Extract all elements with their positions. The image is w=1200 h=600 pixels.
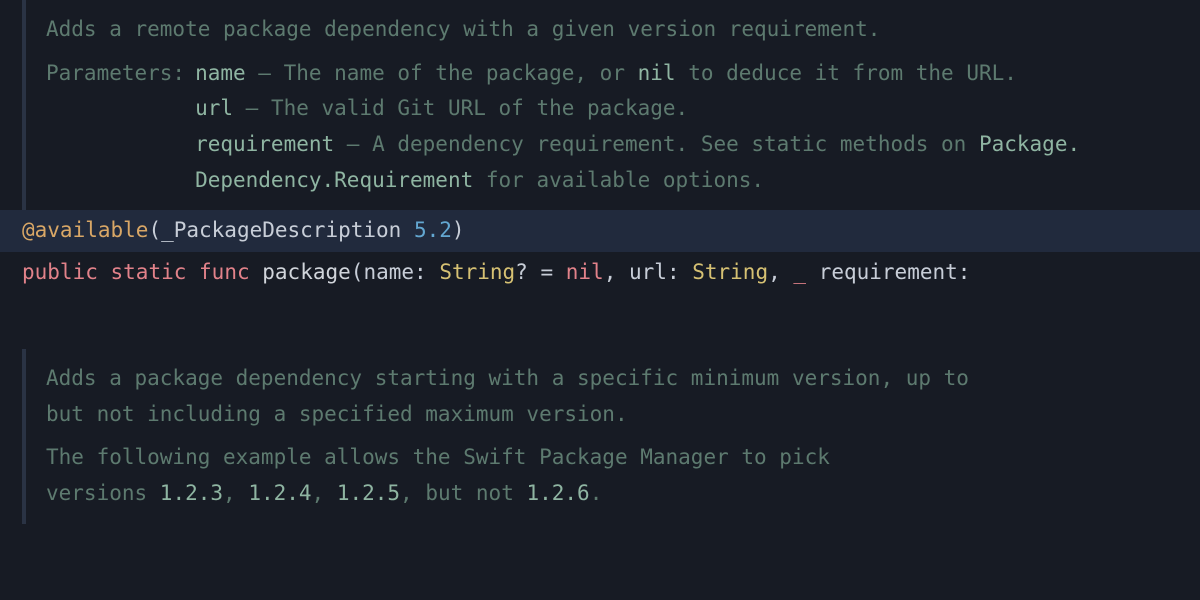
doc-param: name – The name of the package, or nil t… xyxy=(195,56,1200,92)
doc-param-text: The name of the package, or xyxy=(284,61,638,85)
doc-param: url – The valid Git URL of the package. xyxy=(195,91,1200,127)
doc-text: , xyxy=(312,481,337,505)
token-punct: ) xyxy=(452,218,465,242)
doc-inline-code: Package. xyxy=(979,132,1080,156)
token-keyword: _ xyxy=(793,260,806,284)
doc-param-text: A dependency requirement. See static met… xyxy=(372,132,979,156)
doc-parameters: Parameters: name – The name of the packa… xyxy=(46,56,1200,199)
token-space xyxy=(806,260,819,284)
token-space xyxy=(98,260,111,284)
token-punct: , xyxy=(768,260,793,284)
doc-param-text: The valid Git URL of the package. xyxy=(271,96,688,120)
token-identifier: _PackageDescription xyxy=(161,218,414,242)
token-space xyxy=(250,260,263,284)
doc-text-line: Adds a package dependency starting with … xyxy=(46,361,1200,397)
doc-inline-code: nil xyxy=(638,61,676,85)
token-punct: : xyxy=(958,260,971,284)
token-punct: : xyxy=(667,260,692,284)
doc-param-sep: – xyxy=(334,132,372,156)
doc-example: The following example allows the Swift P… xyxy=(46,440,1200,511)
token-keyword: nil xyxy=(566,260,604,284)
doc-param-name: url xyxy=(195,96,233,120)
doc-comment-block: Adds a package dependency starting with … xyxy=(22,349,1200,524)
doc-param: requirement – A dependency requirement. … xyxy=(195,127,1200,163)
token-keyword: static xyxy=(111,260,187,284)
doc-text-line: The following example allows the Swift P… xyxy=(46,440,1200,476)
token-punct: = xyxy=(540,260,565,284)
token-param-name: url xyxy=(629,260,667,284)
token-punct: , xyxy=(604,260,629,284)
doc-inline-code: 1.2.6 xyxy=(526,481,589,505)
doc-summary: Adds a remote package dependency with a … xyxy=(46,12,1200,48)
doc-text: , xyxy=(223,481,248,505)
doc-text: versions xyxy=(46,481,160,505)
token-attribute: @available xyxy=(22,218,148,242)
token-punct: ( xyxy=(148,218,161,242)
blank-spacer xyxy=(0,294,1200,349)
code-line[interactable]: @available(_PackageDescription 5.2) xyxy=(0,210,1200,252)
token-param-name: requirement xyxy=(819,260,958,284)
doc-text: . xyxy=(590,481,603,505)
doc-inline-code: 1.2.5 xyxy=(337,481,400,505)
doc-param-name: name xyxy=(195,61,246,85)
doc-param-name: requirement xyxy=(195,132,334,156)
token-func-name: package xyxy=(262,260,351,284)
token-punct: ( xyxy=(351,260,364,284)
token-punct: ? xyxy=(515,260,540,284)
doc-text: , but not xyxy=(400,481,526,505)
token-number: 5.2 xyxy=(414,218,452,242)
doc-param: Dependency.Requirement for available opt… xyxy=(195,163,1200,199)
doc-inline-code: 1.2.3 xyxy=(160,481,223,505)
doc-inline-code: 1.2.4 xyxy=(248,481,311,505)
token-param-name: name xyxy=(363,260,414,284)
token-punct: : xyxy=(414,260,439,284)
doc-param-text: to deduce it from the URL. xyxy=(676,61,1017,85)
doc-param-sep: – xyxy=(233,96,271,120)
doc-param-sep: – xyxy=(246,61,284,85)
doc-comment-block: Adds a remote package dependency with a … xyxy=(22,0,1200,210)
doc-summary: Adds a package dependency starting with … xyxy=(46,361,1200,432)
doc-params-label: Parameters: xyxy=(46,56,185,92)
doc-text-line: but not including a specified maximum ve… xyxy=(46,397,1200,433)
token-type: String xyxy=(692,260,768,284)
token-type: String xyxy=(439,260,515,284)
code-line[interactable]: public static func package(name: String?… xyxy=(0,252,1200,294)
token-keyword: func xyxy=(199,260,250,284)
doc-inline-code: Dependency.Requirement xyxy=(195,168,473,192)
token-keyword: public xyxy=(22,260,98,284)
doc-param-text: for available options. xyxy=(473,168,764,192)
doc-text-line: versions 1.2.3, 1.2.4, 1.2.5, but not 1.… xyxy=(46,476,1200,512)
doc-params-list: name – The name of the package, or nil t… xyxy=(195,56,1200,199)
token-space xyxy=(186,260,199,284)
